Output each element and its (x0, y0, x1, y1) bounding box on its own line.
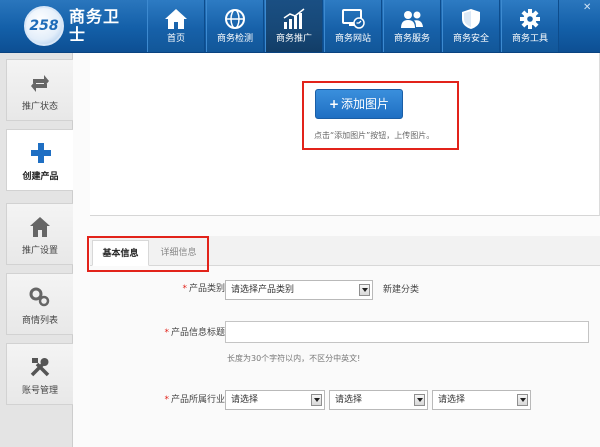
upload-hint: 点击“添加图片”按钮，上传图片。 (314, 131, 435, 140)
add-image-button[interactable]: + 添加图片 (315, 89, 403, 119)
image-upload-panel: + 添加图片 点击“添加图片”按钮，上传图片。 (90, 53, 600, 216)
shield-icon (462, 9, 480, 29)
industry-select-value: 请选择 (231, 395, 259, 405)
category-label: * 产品类别: (182, 281, 228, 294)
monitor-icon (342, 9, 365, 29)
sidebar-item-promotion-settings[interactable]: 推广设置 (6, 203, 73, 265)
top-bar: 258 商务卫士 首页 商务检测 商务推广 商务网站 商务服务 商务安全 商务工… (0, 0, 600, 53)
logo-name: 商务卫士 (69, 7, 121, 44)
nav-item-security[interactable]: 商务安全 (442, 0, 500, 52)
nav-label: 商务推广 (275, 34, 312, 44)
main-nav: 首页 商务检测 商务推广 商务网站 商务服务 商务安全 商务工具 (147, 0, 560, 52)
product-form: 基本信息 详细信息 * 产品类别: 请选择产品类别 新建分类 * 产品信息标题: 长… (87, 236, 600, 447)
add-image-label: 添加图片 (341, 97, 390, 111)
sidebar-item-label: 创建产品 (22, 172, 59, 182)
plus-icon: + (328, 97, 340, 111)
chevron-down-icon (517, 394, 528, 406)
industry-select-value: 请选择 (438, 395, 466, 405)
category-select-value: 请选择产品类别 (231, 285, 295, 295)
nav-label: 商务安全 (452, 34, 489, 44)
new-category-link[interactable]: 新建分类 (383, 282, 419, 295)
title-label-text: 产品信息标题: (170, 328, 228, 338)
industry-select-value: 请选择 (335, 395, 363, 405)
highlight-box (87, 236, 209, 272)
nav-item-service[interactable]: 商务服务 (383, 0, 441, 52)
nav-item-tools[interactable]: 商务工具 (501, 0, 559, 52)
sidebar-item-promotion-status[interactable]: 推广状态 (6, 59, 73, 121)
sidebar-item-account-management[interactable]: 账号管理 (6, 343, 73, 405)
required-mark: * (164, 328, 169, 338)
refresh-arrows-icon (31, 75, 49, 92)
nav-label: 商务检测 (216, 34, 253, 44)
gears-icon (29, 287, 50, 307)
logo-badge: 258 (24, 6, 64, 46)
category-label-text: 产品类别: (188, 284, 228, 294)
sidebar-item-label: 推广设置 (21, 246, 58, 256)
house-icon (30, 217, 50, 237)
category-select[interactable]: 请选择产品类别 (225, 280, 373, 300)
title-label: * 产品信息标题: (164, 325, 228, 338)
sidebar-item-label: 账号管理 (21, 386, 58, 396)
plus-icon (30, 143, 51, 163)
nav-item-home[interactable]: 首页 (147, 0, 205, 52)
required-mark: * (164, 395, 169, 405)
industry-label-text: 产品所属行业: (170, 395, 228, 405)
industry-label: * 产品所属行业: (164, 392, 228, 405)
sidebar-item-label: 推广状态 (21, 102, 58, 112)
chevron-down-icon (359, 284, 370, 296)
sidebar-item-business-list[interactable]: 商情列表 (6, 273, 73, 335)
nav-label: 商务工具 (511, 34, 548, 44)
nav-label: 商务网站 (334, 34, 371, 44)
gear-icon (520, 9, 540, 29)
bar-chart-icon (283, 8, 305, 29)
users-icon (401, 11, 423, 28)
nav-item-promotion[interactable]: 商务推广 (265, 0, 323, 52)
industry-select-1[interactable]: 请选择 (225, 390, 325, 410)
required-mark: * (182, 284, 187, 294)
main-content: + 添加图片 点击“添加图片”按钮，上传图片。 基本信息 详细信息 * 产品类别: … (73, 53, 600, 447)
nav-item-detect[interactable]: 商务检测 (206, 0, 264, 52)
chevron-down-icon (311, 394, 322, 406)
nav-label: 首页 (166, 34, 185, 44)
industry-select-2[interactable]: 请选择 (329, 390, 428, 410)
globe-icon (225, 9, 245, 29)
sidebar: 推广状态 创建产品 推广设置 商情列表 账号管理 (0, 53, 74, 447)
sidebar-item-label: 商情列表 (21, 316, 58, 326)
chevron-down-icon (414, 394, 425, 406)
tools-icon (30, 358, 50, 377)
title-input[interactable] (225, 321, 589, 343)
title-hint: 长度为30个字符以内，不区分中英文! (227, 354, 361, 363)
nav-item-website[interactable]: 商务网站 (324, 0, 382, 52)
industry-select-3[interactable]: 请选择 (432, 390, 531, 410)
close-icon[interactable]: ✕ (583, 2, 591, 13)
home-icon (165, 9, 187, 29)
nav-label: 商务服务 (393, 34, 430, 44)
sidebar-item-create-product[interactable]: 创建产品 (6, 129, 74, 191)
